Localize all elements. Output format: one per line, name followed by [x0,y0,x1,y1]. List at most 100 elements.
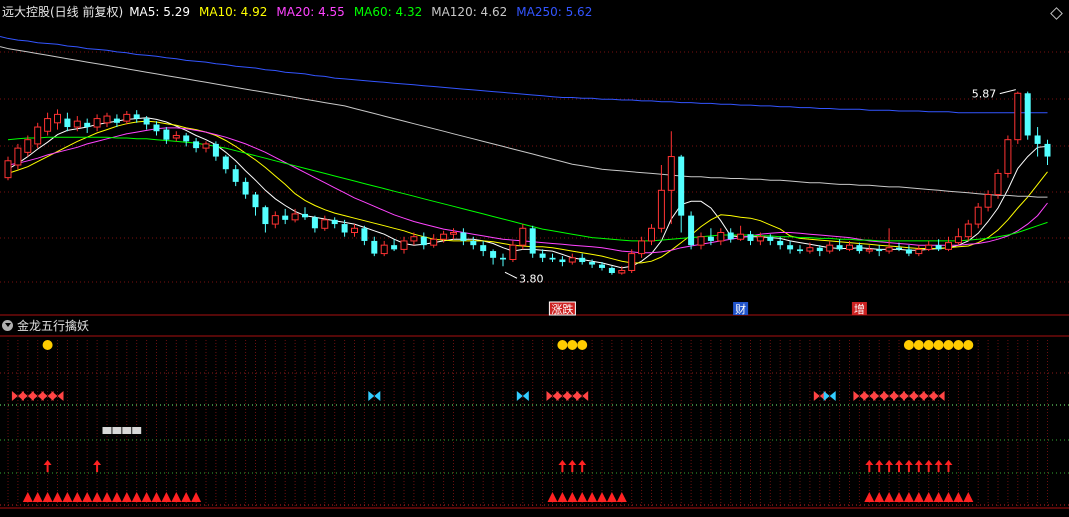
candle-body-down [193,141,200,149]
candle-body-down [262,207,269,225]
signal-bow-left [932,391,939,401]
event-marker-0: 涨跌 [551,302,573,316]
signal-triangle [32,492,43,502]
signal-triangle [171,492,182,502]
candle-body-up [103,115,111,124]
signal-dot [557,340,568,350]
candle-body-up [400,240,408,250]
signal-dot [903,340,914,350]
signal-triangle [923,492,934,502]
candle-body-up [846,244,853,250]
candle-body-up [964,223,972,238]
signal-triangle [141,492,152,502]
signal-dot [953,340,964,350]
candle-body-up [291,213,299,221]
dropdown-circle-icon[interactable] [2,319,13,331]
event-marker-2: 增 [854,302,865,316]
candle-body-down [529,228,536,254]
signal-triangle [131,492,142,502]
candle-body-down [302,213,308,218]
signal-triangle [62,492,73,502]
signal-triangle [864,492,875,502]
signal-triangle [557,492,568,502]
high-price-label: 5.87 [972,88,997,101]
low-price-label: 3.80 [519,272,544,285]
signal-bow-left [566,391,573,401]
indicator-title[interactable]: 金龙五行擒妖 [17,317,89,334]
candle-body-down [876,249,883,252]
candle-body-down [361,228,368,241]
candle-body-down [1034,135,1041,144]
candle-body-down [896,247,902,250]
chart-canvas: 5.87 3.80 涨跌 财 增 [0,35,1069,509]
signal-bow-right [582,391,589,401]
signal-dot [963,340,974,350]
candle-body-down [539,253,546,258]
signal-triangle [874,492,885,502]
candle-body-up [509,244,517,260]
candle-body-down [559,259,566,263]
signal-triangle [943,492,954,502]
candle-body-down [599,264,605,268]
candle-body-up [885,247,893,252]
signal-triangle [42,492,53,502]
signal-bow-left [41,391,48,401]
legend-ma5: MA5: 5.29 [129,5,190,19]
candle-body-down [311,217,318,229]
signal-triangle [963,492,974,502]
candle-body-down [84,122,91,128]
signal-bow-left [922,391,929,401]
candle-body-up [24,139,32,153]
candle-body-up [865,248,873,252]
candle-body-up [657,189,665,229]
signal-block [132,427,142,434]
signal-triangle [903,492,914,502]
signal-bow-left [51,391,58,401]
signal-triangle [567,492,578,502]
signal-triangle [953,492,964,502]
signal-dot [913,340,924,350]
candle-body-down [688,215,695,246]
candle-body-down [242,181,249,195]
chart-title[interactable]: 远大控股(日线 前复权) [2,2,123,22]
candle-body-up [737,233,745,240]
high-price-pointer [999,89,1016,95]
signal-triangle [121,492,132,502]
signal-bow-left [813,391,820,401]
candle-body-down [589,262,596,265]
candle-body-up [123,113,131,122]
signal-bow-left [21,391,28,401]
signal-block [122,427,132,434]
candle-body-up [954,236,962,244]
signal-bow-left [873,391,880,401]
candle-body-up [450,232,457,235]
candle-body-down [856,245,863,252]
candle-body-down [816,247,823,252]
signal-bow-right [522,391,529,401]
candle-body-down [371,240,378,254]
legend-ma60: MA60: 4.32 [353,5,423,19]
signal-bow-left [546,391,553,401]
candle-body-up [648,227,655,242]
candle-body-up [44,118,52,132]
signal-triangle [161,492,172,502]
signal-bow-left [893,391,899,401]
candle-body-up [717,232,725,242]
candle-body-down [163,129,170,140]
candle-body-up [974,206,982,225]
signal-dot [933,340,944,350]
ma-line-ext-ma120 [0,46,9,50]
signal-triangle [181,492,192,502]
signal-triangle [913,492,924,502]
signal-triangle [884,492,895,502]
signal-bow-left [883,391,890,401]
candle-body-down [747,234,754,241]
candle-body-down [797,249,803,252]
candle-body-down [1044,143,1051,157]
legend-ma120: MA120: 4.62 [431,5,508,19]
signal-triangle [82,492,93,502]
candle-body-down [727,232,734,240]
candle-body-down [1024,93,1031,136]
candle-body-up [638,240,646,255]
candle-body-up [925,244,933,250]
